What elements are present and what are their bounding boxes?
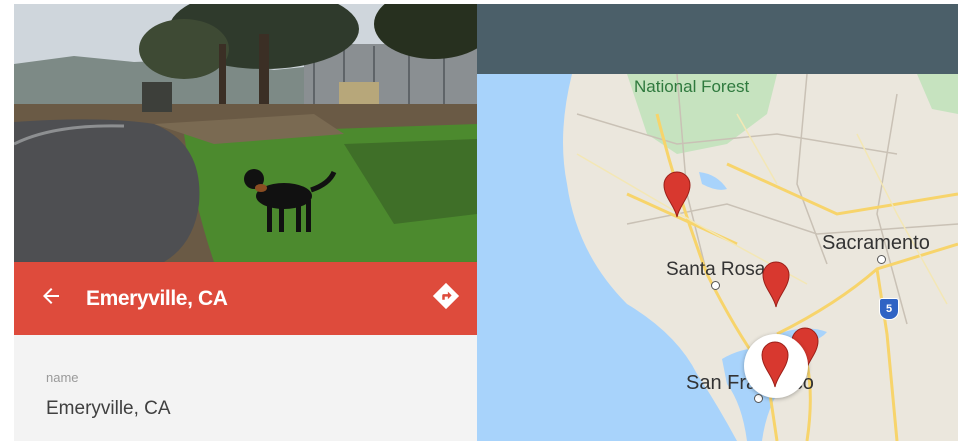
map-marker-icon bbox=[662, 170, 692, 218]
place-title: Emeryville, CA bbox=[86, 286, 228, 310]
map-marker-icon bbox=[761, 260, 791, 308]
map-marker-icon bbox=[760, 340, 790, 388]
map-marker-selected[interactable] bbox=[760, 340, 790, 388]
city-dot-santa-rosa bbox=[711, 281, 720, 290]
map-view[interactable]: National Forest Sacramento Santa Rosa Sa… bbox=[477, 74, 958, 441]
map-label-forest: National Forest bbox=[634, 77, 750, 96]
place-details: name Emeryville, CA bbox=[14, 335, 477, 441]
map-label-sacramento: Sacramento bbox=[822, 232, 930, 254]
name-field-value: Emeryville, CA bbox=[46, 398, 171, 419]
place-header-bar: Emeryville, CA bbox=[14, 262, 477, 335]
city-dot-san-francisco bbox=[754, 394, 763, 403]
map-app-bar bbox=[477, 4, 958, 74]
app-window: Emeryville, CA name Emeryville, CA Natio… bbox=[0, 0, 961, 441]
map-label-santa-rosa: Santa Rosa bbox=[666, 259, 766, 280]
city-dot-sacramento bbox=[877, 255, 886, 264]
highway-shield-icon: 5 bbox=[879, 298, 899, 320]
arrow-back-icon bbox=[39, 284, 63, 313]
map-panel: National Forest Sacramento Santa Rosa Sa… bbox=[477, 4, 958, 441]
place-photo bbox=[14, 4, 477, 262]
place-detail-panel: Emeryville, CA name Emeryville, CA bbox=[14, 4, 477, 441]
back-button[interactable] bbox=[34, 282, 68, 316]
name-field-label: name bbox=[46, 370, 79, 385]
directions-button[interactable] bbox=[429, 282, 463, 316]
map-marker-2[interactable] bbox=[761, 260, 791, 308]
directions-icon bbox=[431, 281, 461, 316]
map-marker-1[interactable] bbox=[662, 170, 692, 218]
